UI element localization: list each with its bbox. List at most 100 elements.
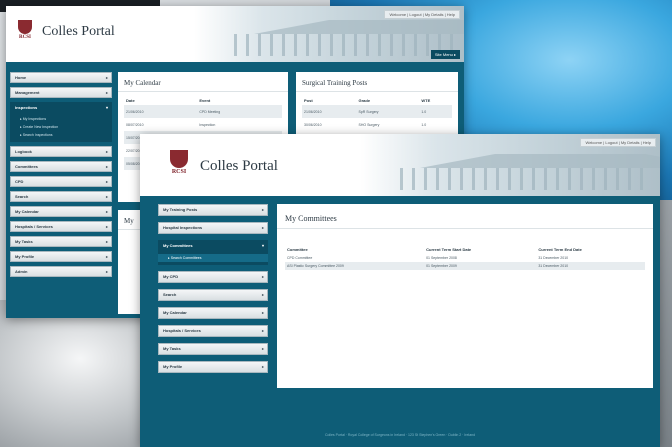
sidebar-item-label: Search — [163, 292, 177, 297]
top-links[interactable]: Welcome | Logout | My Details | Help — [384, 10, 460, 19]
sidebar-item-my-training-posts[interactable]: My Training Posts ▸ — [158, 204, 268, 216]
committees-table: Committee Current Term Start Date Current … — [285, 245, 645, 270]
sidebar-item-label: My Calendar — [15, 209, 39, 214]
chevron-right-icon: ▸ — [105, 75, 108, 80]
sidebar-subitem-my-inspections[interactable]: ▸ My Inspections — [10, 115, 112, 123]
sidebar-item-label: My Tasks — [15, 239, 33, 244]
committees-panel: My Committees Committee Current Term Star… — [277, 204, 653, 388]
table-header-row: Date Event — [124, 96, 282, 105]
top-links[interactable]: Welcome | Logout | My Details | Help — [580, 138, 656, 147]
rcsi-crest-logo: RCSI — [166, 150, 192, 175]
column-header: Grade — [358, 98, 371, 103]
sidebar-item-hospital-inspections[interactable]: Hospital Inspections ▸ — [158, 222, 268, 234]
crest-text: RCSI — [171, 169, 187, 175]
sidebar-item-search[interactable]: Search ▸ — [10, 191, 112, 202]
sidebar-item-committees[interactable]: Committees ▸ — [10, 161, 112, 172]
sidebar-item-label: CPD — [15, 179, 24, 184]
sidebar-item-my-calendar[interactable]: My Calendar ▸ — [10, 206, 112, 217]
crest-shield-icon — [18, 20, 32, 34]
table-row[interactable]: 21/06/2010 CPD Meeting — [124, 105, 282, 118]
chevron-right-icon: ▸ — [105, 90, 108, 95]
chevron-right-icon: ▸ — [105, 239, 108, 244]
sidebar-item-label: Home — [15, 75, 27, 80]
table-cell: 01 September 2009 — [424, 262, 537, 270]
chevron-right-icon: ▸ — [261, 292, 264, 297]
chevron-right-icon: ▸ — [261, 225, 264, 230]
sidebar-item-inspections[interactable]: Inspections ▾ — [10, 102, 112, 113]
rcsi-crest-logo: RCSI — [14, 20, 36, 40]
portal-title: Colles Portal — [42, 24, 115, 39]
table-row[interactable]: 30/06/2010 SHO Surgery 1.0 — [302, 118, 452, 131]
sidebar-item-label: My Profile — [163, 364, 183, 369]
sidebar-item-my-committees[interactable]: My Committees ▾ — [158, 240, 268, 252]
sidebar-item-label: My Calendar — [163, 310, 187, 315]
table-cell: 08/07/2010 — [126, 122, 144, 127]
sidebar-subitem-create-new-inspection[interactable]: ▸ Create New Inspection — [10, 123, 112, 131]
table-cell: ASI Plastic Surgery Committee 2009 — [285, 262, 425, 270]
sidebar-item-home[interactable]: Home ▸ — [10, 72, 112, 83]
sidebar-item-label: Management — [15, 90, 40, 95]
chevron-right-icon: ▸ — [261, 274, 264, 279]
site-menu-button[interactable]: Site Menu ▸ — [430, 50, 460, 59]
table-cell: 01 September 2008 — [426, 256, 457, 260]
chevron-right-icon: ▸ — [261, 364, 264, 369]
sidebar-item-admin[interactable]: Admin ▸ — [10, 266, 112, 277]
sidebar-item-logbook[interactable]: Logbook ▸ — [10, 146, 112, 157]
training-table: Post Grade WTE 21/06/2010 SpR Surgery 1.0 30/0… — [302, 96, 452, 131]
table-cell: SpR Surgery — [356, 105, 420, 118]
chevron-right-icon: ▸ — [105, 254, 108, 259]
sidebar-item-label: My Training Posts — [163, 207, 198, 212]
sidebar-item-hospitals-services[interactable]: Hospitals / Services ▸ — [10, 221, 112, 232]
sidebar-item-label: My Profile — [15, 254, 35, 259]
table-cell: 1.0 — [419, 105, 452, 118]
column-header: Current Term Start Date — [426, 247, 472, 252]
front-sidebar: My Training Posts ▸ Hospital Inspections ▸ M… — [158, 204, 268, 379]
sidebar-subitem-search-inspections[interactable]: ▸ Search Inspections — [10, 131, 112, 139]
sidebar-item-hospitals-services[interactable]: Hospitals / Services ▸ — [158, 325, 268, 337]
sidebar-item-my-calendar[interactable]: My Calendar ▸ — [158, 307, 268, 319]
table-cell: 30/06/2010 — [304, 122, 322, 127]
column-header: Current Term End Date — [538, 247, 582, 252]
table-row[interactable]: 08/07/2010 Inspection — [124, 118, 282, 131]
front-portal-window: Welcome | Logout | My Details | Help RCS… — [140, 134, 660, 447]
sidebar-item-management[interactable]: Management ▸ — [10, 87, 112, 98]
table-cell: 21/06/2010 — [124, 105, 198, 118]
table-cell: 31 December 2010 — [536, 262, 645, 270]
front-header: Welcome | Logout | My Details | Help RCS… — [140, 134, 660, 199]
crest-shield-icon — [170, 150, 188, 168]
sidebar-item-my-cpd[interactable]: My CPD ▸ — [158, 271, 268, 283]
training-title: Surgical Training Posts — [296, 72, 458, 92]
table-row[interactable]: ASI Plastic Surgery Committee 2009 01 Sep… — [285, 262, 645, 270]
sidebar-item-label: Hospitals / Services — [163, 328, 201, 333]
column-header: Date — [126, 98, 135, 103]
column-header: Committee — [287, 247, 308, 252]
sidebar-item-label: My CPD — [163, 274, 179, 279]
back-sidebar: Home ▸ Management ▸ Inspections ▾ ▸ My Inspect… — [10, 72, 112, 281]
sidebar-item-my-tasks[interactable]: My Tasks ▸ — [10, 236, 112, 247]
chevron-right-icon: ▸ — [105, 209, 108, 214]
chevron-right-icon: ▸ — [261, 346, 264, 351]
table-cell: 31 December 2010 — [538, 256, 569, 260]
chevron-right-icon: ▸ — [105, 179, 108, 184]
table-row[interactable]: CPD Committee 01 September 2008 31 Decembe… — [285, 254, 645, 262]
sidebar-item-cpd[interactable]: CPD ▸ — [10, 176, 112, 187]
back-header: Welcome | Logout | My Details | Help RCS… — [6, 6, 464, 65]
chevron-right-icon: ▸ — [105, 224, 108, 229]
sidebar-item-my-profile[interactable]: My Profile ▸ — [10, 251, 112, 262]
sidebar-item-label: Hospital Inspections — [163, 225, 203, 230]
sidebar-item-my-tasks[interactable]: My Tasks ▸ — [158, 343, 268, 355]
table-row[interactable]: 21/06/2010 SpR Surgery 1.0 — [302, 105, 452, 118]
sidebar-item-search[interactable]: Search ▸ — [158, 289, 268, 301]
chevron-right-icon: ▸ — [105, 194, 108, 199]
sidebar-subitem-search-committees[interactable]: ▸ Search Committees — [158, 254, 268, 262]
table-cell: SHO Surgery — [358, 122, 380, 127]
sidebar-item-label: Hospitals / Services — [15, 224, 53, 229]
chevron-down-icon: ▾ — [105, 105, 108, 110]
chevron-right-icon: ▸ — [261, 310, 264, 315]
chevron-right-icon: ▸ — [105, 164, 108, 169]
table-header-row: Committee Current Term Start Date Current … — [285, 245, 645, 254]
sidebar-subpanel: ▸ Search Committees — [158, 252, 268, 265]
sidebar-item-my-profile[interactable]: My Profile ▸ — [158, 361, 268, 373]
table-cell: 1.0 — [421, 122, 427, 127]
sidebar-subpanel: ▸ My Inspections ▸ Create New Inspection ▸… — [10, 113, 112, 142]
